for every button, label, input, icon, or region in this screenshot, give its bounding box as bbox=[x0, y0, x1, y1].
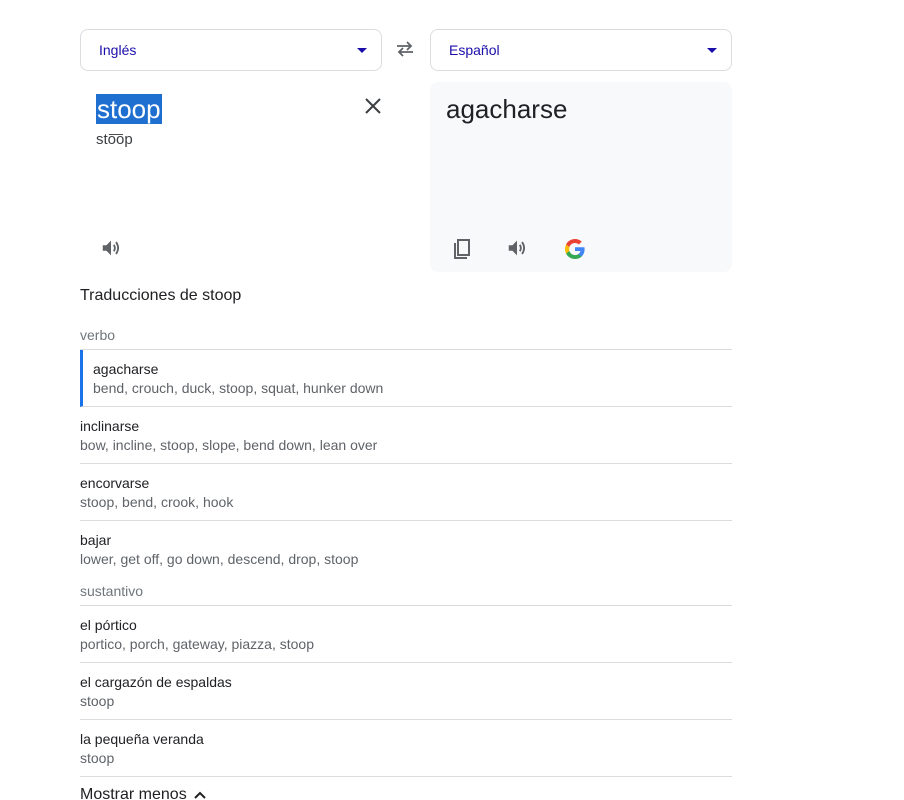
translation-synonyms: bend, crouch, duck, stoop, squat, hunker… bbox=[93, 380, 384, 396]
part-of-speech-label: sustantivo bbox=[80, 576, 732, 606]
google-g-icon bbox=[565, 239, 585, 259]
speaker-icon bbox=[102, 240, 120, 256]
source-language-label: Inglés bbox=[99, 42, 137, 58]
show-less-button[interactable]: Mostrar menos bbox=[80, 783, 732, 800]
source-text-panel[interactable]: stoop sto͞op bbox=[80, 82, 382, 272]
translation-entry[interactable]: encorvarse stoop, bend, crook, hook bbox=[80, 464, 732, 521]
translation-synonyms: stoop bbox=[80, 693, 115, 709]
translation-synonyms: stoop bbox=[80, 750, 115, 766]
translation-word: el cargazón de espaldas bbox=[80, 674, 232, 690]
source-transliteration: sto͞op bbox=[96, 131, 133, 148]
chevron-up-icon bbox=[193, 791, 206, 799]
copy-translation-button[interactable] bbox=[450, 237, 474, 261]
swap-arrows-icon bbox=[397, 41, 413, 57]
translations-header: Traducciones de stoop bbox=[80, 287, 242, 304]
source-text[interactable]: stoop bbox=[96, 94, 162, 124]
translation-synonyms: bow, incline, stoop, slope, bend down, l… bbox=[80, 437, 378, 453]
source-language-select[interactable]: Inglés bbox=[80, 29, 382, 71]
clear-source-button[interactable] bbox=[363, 96, 383, 116]
translation-word: el pórtico bbox=[80, 617, 137, 633]
copy-icon bbox=[454, 239, 470, 259]
part-of-speech-label: verbo bbox=[80, 320, 732, 350]
speaker-icon bbox=[508, 240, 526, 256]
target-text-panel: agacharse bbox=[430, 82, 732, 272]
translation-word: agacharse bbox=[93, 361, 159, 377]
open-google-translate-button[interactable] bbox=[563, 237, 587, 261]
listen-translation-button[interactable] bbox=[506, 237, 530, 261]
translation-synonyms: portico, porch, gateway, piazza, stoop bbox=[80, 636, 314, 652]
translation-entry[interactable]: inclinarse bow, incline, stoop, slope, b… bbox=[80, 407, 732, 464]
dictionary-list: verbo agacharse bend, crouch, duck, stoo… bbox=[80, 320, 732, 800]
translation-entry[interactable]: la pequeña veranda stoop bbox=[80, 720, 732, 777]
translation-word: inclinarse bbox=[80, 418, 140, 434]
translation-entry[interactable]: agacharse bend, crouch, duck, stoop, squ… bbox=[80, 350, 732, 407]
target-language-label: Español bbox=[449, 42, 500, 58]
dropdown-caret-icon bbox=[357, 48, 367, 53]
translation-word: bajar bbox=[80, 532, 112, 548]
show-less-label: Mostrar menos bbox=[80, 786, 187, 800]
translation-entry[interactable]: bajar lower, get off, go down, descend, … bbox=[80, 521, 732, 576]
translation-word: encorvarse bbox=[80, 475, 150, 491]
translation-entry[interactable]: el pórtico portico, porch, gateway, piaz… bbox=[80, 606, 732, 663]
translation-synonyms: lower, get off, go down, descend, drop, … bbox=[80, 551, 359, 567]
dropdown-caret-icon bbox=[707, 48, 717, 53]
target-language-select[interactable]: Español bbox=[430, 29, 732, 71]
translation-word: la pequeña veranda bbox=[80, 731, 204, 747]
listen-source-button[interactable] bbox=[100, 237, 122, 259]
translation-entry[interactable]: el cargazón de espaldas stoop bbox=[80, 663, 732, 720]
close-icon bbox=[365, 98, 381, 114]
translation-synonyms: stoop, bend, crook, hook bbox=[80, 494, 234, 510]
swap-languages-button[interactable] bbox=[392, 36, 418, 62]
target-text: agacharse bbox=[446, 94, 568, 124]
